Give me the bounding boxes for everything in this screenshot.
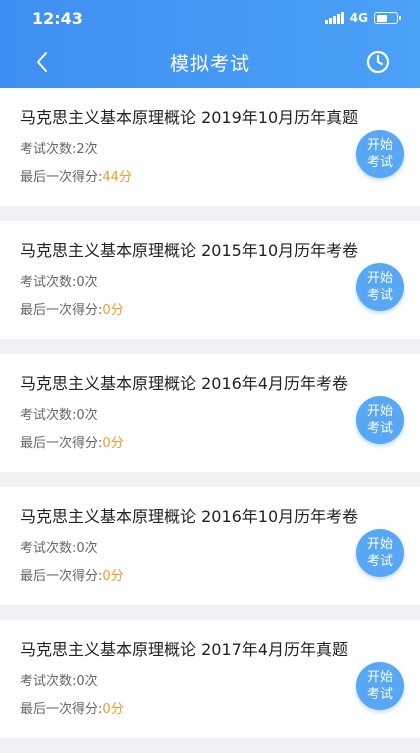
- status-indicators: 4G: [325, 11, 401, 25]
- score-value: 0分: [102, 569, 124, 584]
- start-exam-button[interactable]: 开始 考试: [356, 662, 404, 710]
- exam-name: 马克思主义基本原理概论 2016年10月历年考卷: [20, 507, 359, 526]
- exam-card: 马克思主义基本原理概论 2016年10月历年考卷 考试次数:0次 最后一次得分:…: [0, 487, 420, 605]
- score-value: 44分: [102, 170, 132, 185]
- exam-name: 马克思主义基本原理概论 2019年10月历年真题: [20, 108, 359, 127]
- exam-count: 考试次数:0次: [20, 674, 98, 689]
- exam-card: 马克思主义基本原理概论 2017年4月历年真题 考试次数:0次 最后一次得分:0…: [0, 620, 420, 738]
- exam-card: 马克思主义基本原理概论 2015年10月历年考卷 考试次数:0次 最后一次得分:…: [0, 221, 420, 339]
- exam-last-score: 最后一次得分:0分: [20, 702, 124, 717]
- exam-last-score: 最后一次得分:0分: [20, 569, 124, 584]
- score-value: 0分: [102, 436, 124, 451]
- exam-list: 马克思主义基本原理概论 2019年10月历年真题 考试次数:2次 最后一次得分:…: [0, 88, 420, 753]
- exam-card: 马克思主义基本原理概论 2016年4月历年考卷 考试次数:0次 最后一次得分:0…: [0, 354, 420, 472]
- network-type: 4G: [349, 11, 368, 25]
- exam-count: 考试次数:0次: [20, 275, 98, 290]
- page-title: 模拟考试: [169, 53, 250, 75]
- start-exam-button[interactable]: 开始 考试: [356, 529, 404, 577]
- start-exam-button[interactable]: 开始 考试: [356, 263, 404, 311]
- exam-last-score: 最后一次得分:0分: [20, 303, 124, 318]
- start-exam-button[interactable]: 开始 考试: [356, 396, 404, 444]
- exam-card: 马克思主义基本原理概论 2019年10月历年真题 考试次数:2次 最后一次得分:…: [0, 88, 420, 206]
- signal-icon: [325, 12, 344, 24]
- exam-last-score: 最后一次得分:44分: [20, 170, 132, 185]
- exam-name: 马克思主义基本原理概论 2015年10月历年考卷: [20, 241, 359, 260]
- exam-count: 考试次数:0次: [20, 541, 98, 556]
- score-value: 0分: [102, 702, 124, 717]
- exam-count: 考试次数:0次: [20, 408, 98, 423]
- start-exam-button[interactable]: 开始 考试: [356, 130, 404, 178]
- battery-icon: [374, 12, 401, 24]
- nav-bar: 模拟考试: [0, 38, 420, 86]
- exam-name: 马克思主义基本原理概论 2017年4月历年真题: [20, 640, 348, 659]
- clock-icon[interactable]: [364, 48, 392, 76]
- status-time: 12:43: [32, 9, 83, 28]
- app-header: 12:43 4G 模拟考试: [0, 0, 420, 88]
- status-bar: 12:43 4G: [0, 0, 420, 38]
- score-value: 0分: [102, 303, 124, 318]
- exam-count: 考试次数:2次: [20, 142, 98, 157]
- exam-name: 马克思主义基本原理概论 2016年4月历年考卷: [20, 374, 348, 393]
- exam-last-score: 最后一次得分:0分: [20, 436, 124, 451]
